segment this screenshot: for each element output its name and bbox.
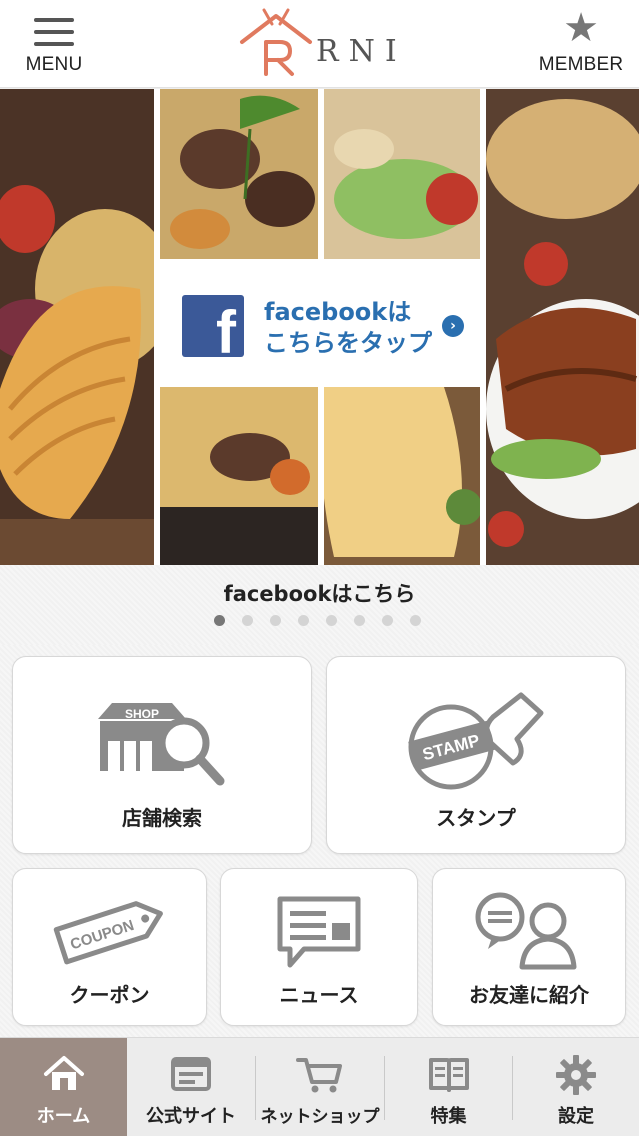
svg-text:SHOP: SHOP — [125, 707, 159, 721]
chevron-right-icon: › — [442, 315, 464, 337]
page-dot[interactable] — [326, 615, 337, 626]
facebook-cta-text: facebookは こちらをタップ — [264, 297, 434, 359]
menu-button[interactable]: MENU — [14, 10, 94, 80]
coupon-tile[interactable]: COUPON クーポン — [12, 868, 207, 1026]
tab-net-shop-label: ネットショップ — [260, 1107, 380, 1127]
food-photo-salad — [324, 89, 480, 259]
news-tile[interactable]: ニュース — [220, 868, 418, 1026]
stamp-icon: STAMP — [408, 692, 544, 790]
tab-home[interactable]: ホーム — [0, 1038, 127, 1136]
stamp-label: スタンプ — [436, 806, 516, 830]
tab-settings-label: 設定 — [558, 1106, 594, 1127]
food-photo-pastry — [0, 89, 154, 565]
book-icon — [428, 1058, 469, 1092]
food-photo-pilaf-meat — [160, 89, 318, 259]
feature-grid: SHOP 店舗検索 STAMP スタンプ COUPON クーポン ニュース お友… — [0, 645, 639, 1037]
tab-feature[interactable]: 特集 — [385, 1038, 512, 1136]
logo-text: RNI — [316, 34, 407, 69]
refer-friend-icon — [475, 892, 577, 970]
tab-settings[interactable]: 設定 — [513, 1038, 639, 1136]
cart-icon — [296, 1058, 342, 1093]
browser-icon — [171, 1057, 211, 1091]
tab-official-site-label: 公式サイト — [146, 1106, 236, 1127]
coupon-label: クーポン — [69, 983, 150, 1007]
home-icon — [43, 1056, 84, 1090]
page-dot[interactable] — [410, 615, 421, 626]
member-button[interactable]: ★ MEMBER — [533, 8, 629, 80]
facebook-cta-line1: facebookは — [264, 298, 412, 326]
tab-home-label: ホーム — [36, 1106, 91, 1127]
tab-feature-label: 特集 — [430, 1106, 467, 1127]
member-label: MEMBER — [538, 54, 624, 75]
page-dot[interactable] — [270, 615, 281, 626]
stamp-tile[interactable]: STAMP スタンプ — [326, 656, 626, 854]
page-dot[interactable] — [354, 615, 365, 626]
tile-divider — [480, 89, 486, 565]
refer-friend-label: お友達に紹介 — [469, 983, 589, 1007]
food-photo-samsa — [324, 387, 480, 565]
page-dot[interactable] — [242, 615, 253, 626]
refer-friend-tile[interactable]: お友達に紹介 — [432, 868, 626, 1026]
star-icon: ★ — [563, 5, 599, 51]
shop-search-label: 店舗検索 — [122, 806, 202, 830]
coupon-icon: COUPON — [53, 901, 163, 965]
news-label: ニュース — [279, 983, 359, 1007]
page-dot[interactable] — [214, 615, 225, 626]
page-dot[interactable] — [382, 615, 393, 626]
hamburger-icon — [34, 14, 74, 46]
tab-official-site[interactable]: 公式サイト — [127, 1038, 255, 1136]
menu-label: MENU — [25, 54, 83, 75]
shop-search-icon: SHOP — [98, 703, 225, 786]
house-fork-icon — [240, 8, 312, 76]
shop-search-tile[interactable]: SHOP 店舗検索 — [12, 656, 312, 854]
facebook-cta-panel[interactable]: f facebookは こちらをタップ › — [160, 259, 480, 387]
food-photo-grilled-meat — [486, 89, 639, 565]
food-photo-pilaf-bowl — [160, 387, 318, 565]
gear-icon — [556, 1055, 596, 1095]
app-header: MENU RNI ★ MEMBER — [0, 0, 639, 88]
tab-net-shop[interactable]: ネットショップ — [256, 1038, 384, 1136]
facebook-icon: f — [182, 295, 244, 357]
news-icon — [277, 896, 361, 968]
bottom-tab-bar: ホーム 公式サイト ネットショップ 特集 設定 — [0, 1037, 639, 1136]
facebook-banner[interactable]: f facebookは こちらをタップ › — [0, 89, 639, 565]
page-dot[interactable] — [298, 615, 309, 626]
carousel-caption: facebookはこちら — [223, 582, 416, 606]
brand-logo[interactable]: RNI — [236, 8, 406, 80]
facebook-cta-line2: こちらをタップ — [264, 329, 432, 357]
